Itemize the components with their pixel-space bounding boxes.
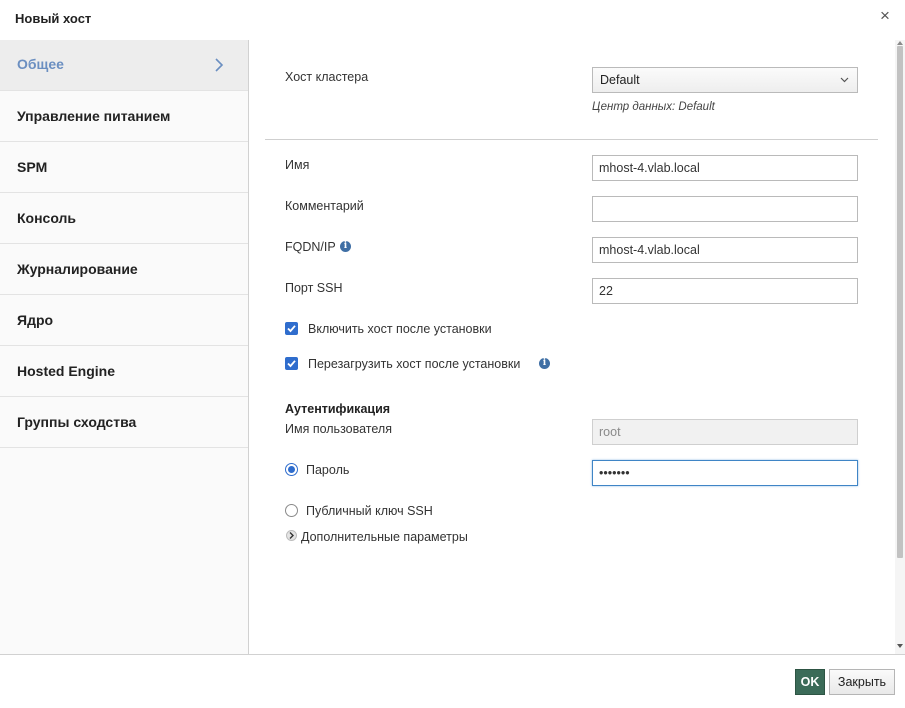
- ssh-port-label: Порт SSH: [285, 281, 343, 295]
- username-input: [592, 419, 858, 445]
- sidebar-item-kernel[interactable]: Ядро: [0, 295, 248, 346]
- expand-arrow-icon[interactable]: [286, 530, 297, 541]
- cluster-select[interactable]: Default: [592, 67, 858, 93]
- cluster-select-value: Default: [600, 73, 640, 87]
- advanced-parameters-link[interactable]: Дополнительные параметры: [301, 530, 468, 544]
- check-icon: [287, 325, 296, 333]
- sidebar-item-affinity-groups[interactable]: Группы сходства: [0, 397, 248, 448]
- password-label: Пароль: [306, 463, 350, 477]
- datacenter-hint: Центр данных: Default: [592, 101, 715, 113]
- sidebar-item-console[interactable]: Консоль: [0, 193, 248, 244]
- sidebar-item-hosted-engine[interactable]: Hosted Engine: [0, 346, 248, 397]
- ok-button[interactable]: OK: [795, 669, 825, 695]
- content-scrollbar[interactable]: [895, 40, 905, 654]
- close-icon[interactable]: ×: [877, 6, 893, 26]
- sidebar-item-label: Общее: [17, 56, 64, 72]
- activate-host-checkbox[interactable]: [285, 322, 298, 335]
- sidebar-item-label: Ядро: [17, 312, 54, 328]
- sidebar-item-spm[interactable]: SPM: [0, 142, 248, 193]
- name-label: Имя: [285, 158, 310, 172]
- comment-label: Комментарий: [285, 199, 364, 213]
- ssh-key-radio[interactable]: [285, 504, 298, 517]
- reboot-host-checkbox[interactable]: [285, 357, 298, 370]
- sidebar-item-power-management[interactable]: Управление питанием: [0, 91, 248, 142]
- scrollbar-thumb[interactable]: [897, 46, 903, 558]
- sidebar-item-label: Управление питанием: [17, 108, 171, 124]
- activate-host-label: Включить хост после установки: [308, 322, 492, 336]
- chevron-right-icon: [215, 58, 224, 72]
- chevron-down-icon: [840, 77, 849, 83]
- dialog-footer: OK Закрыть: [0, 654, 905, 708]
- fqdn-input[interactable]: [592, 237, 858, 263]
- auth-section-title: Аутентификация: [285, 402, 391, 416]
- name-input[interactable]: [592, 155, 858, 181]
- check-icon: [287, 360, 296, 368]
- sidebar-item-label: Hosted Engine: [17, 363, 116, 379]
- username-label: Имя пользователя: [285, 422, 392, 436]
- password-radio[interactable]: [285, 463, 298, 476]
- sidebar-item-logging[interactable]: Журналирование: [0, 244, 248, 295]
- password-input[interactable]: [592, 460, 858, 486]
- reboot-host-label: Перезагрузить хост после установки: [308, 357, 521, 371]
- fqdn-label: FQDN/IP: [285, 240, 336, 254]
- info-icon[interactable]: i: [340, 241, 351, 252]
- ssh-key-label: Публичный ключ SSH: [306, 504, 433, 518]
- scroll-up-arrow[interactable]: [897, 41, 903, 45]
- dialog-header: Новый хост ×: [0, 0, 905, 40]
- sidebar-item-label: Консоль: [17, 210, 77, 226]
- sidebar-item-label: SPM: [17, 159, 48, 175]
- section-divider: [265, 139, 878, 140]
- sidebar-item-label: Группы сходства: [17, 414, 137, 430]
- sidebar: Общее Управление питанием SPM Консоль Жу…: [0, 40, 249, 654]
- sidebar-item-label: Журналирование: [17, 261, 138, 277]
- general-tab-content: Хост кластера Default Центр данных: Defa…: [250, 40, 905, 654]
- sidebar-item-general[interactable]: Общее: [0, 40, 248, 91]
- cluster-label: Хост кластера: [285, 70, 369, 84]
- scroll-down-arrow[interactable]: [897, 644, 903, 648]
- dialog-title: Новый хост: [15, 11, 92, 26]
- ssh-port-input[interactable]: [592, 278, 858, 304]
- close-button[interactable]: Закрыть: [829, 669, 895, 695]
- comment-input[interactable]: [592, 196, 858, 222]
- info-icon[interactable]: i: [539, 358, 550, 369]
